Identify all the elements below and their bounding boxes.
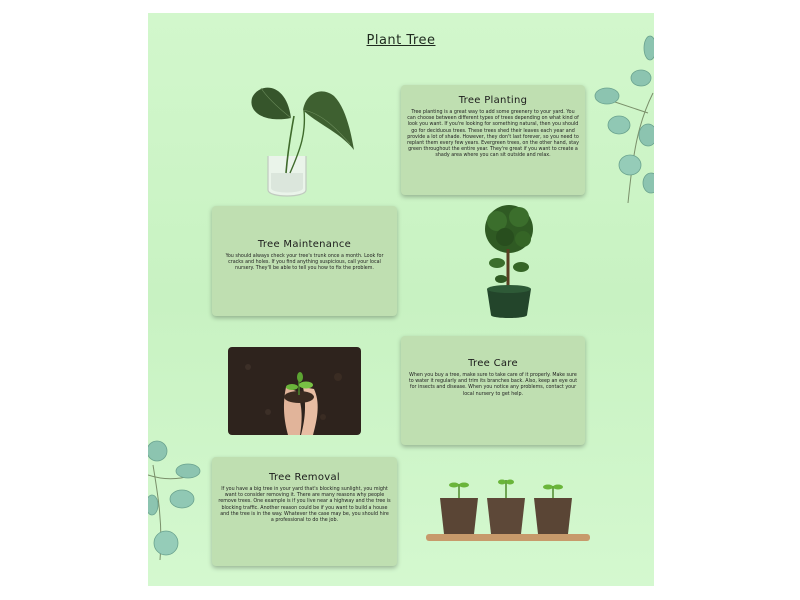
plant-in-glass-vase-image: [251, 87, 354, 197]
seedlings-in-pots-image: [426, 479, 590, 541]
tree-removal-heading: Tree Removal: [269, 472, 340, 483]
tree-removal-card: Tree Removal If you have a big tree in y…: [212, 457, 397, 566]
tree-planting-card: Tree Planting Tree planting is a great w…: [401, 85, 585, 195]
tree-care-card: Tree Care When you buy a tree, make sure…: [401, 336, 585, 445]
eucalyptus-branch-left: [148, 440, 201, 561]
tree-care-text: When you buy a tree, make sure to take c…: [408, 373, 578, 397]
tree-care-heading: Tree Care: [468, 358, 518, 369]
page-canvas: Plant Tree Tree Planting Tree planting i…: [148, 13, 654, 586]
tree-planting-heading: Tree Planting: [458, 95, 528, 106]
eucalyptus-branch-right: [594, 35, 654, 204]
page-title: Plant Tree: [366, 33, 436, 48]
potted-topiary-tree-image: [485, 205, 533, 318]
hands-holding-seedling-image: [228, 347, 361, 435]
tree-maintenance-text: You should always check your tree's trun…: [225, 254, 384, 272]
tree-maintenance-heading: Tree Maintenance: [257, 239, 352, 250]
tree-maintenance-card: Tree Maintenance You should always check…: [212, 206, 397, 316]
tree-removal-text: If you have a big tree in your yard that…: [218, 487, 391, 524]
tree-planting-text: Tree planting is a great way to add some…: [407, 110, 579, 159]
